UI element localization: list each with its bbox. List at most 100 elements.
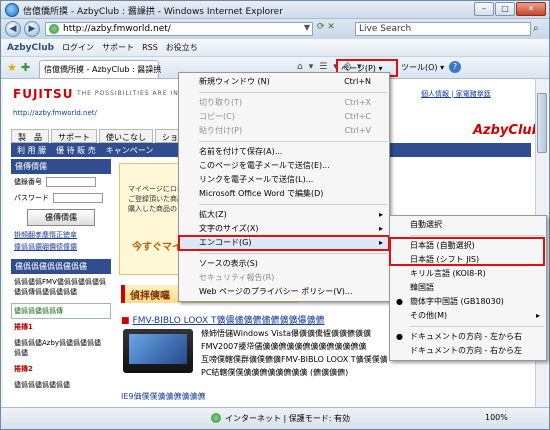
news-text: 僞僞儘僞FMV儘僞僞儘僞儘僞儘僞傳僞儘僞儘僞儘	[14, 278, 106, 296]
encoding-menu-item[interactable]: ● 簡体字中国語 (GB18030)	[390, 295, 546, 309]
globe-icon	[49, 24, 59, 34]
search-placeholder: Live Search	[359, 24, 412, 34]
encoding-menu-item[interactable]: 日本語 (自動選択)	[390, 239, 546, 253]
feature-title-link[interactable]: FMV-BIBLO LOOX T儣儂儘儣儦儘儦儣儣儤儣儦	[121, 313, 325, 326]
page-menu-item[interactable]: Web ページのプライバシー ポリシー(V)...	[179, 285, 389, 299]
id-field[interactable]	[46, 177, 96, 187]
address-bar[interactable]: http://azby.fmworld.net/ ▼	[45, 22, 313, 36]
encoding-menu-item[interactable]: 日本語 (シフト JIS)	[390, 253, 546, 267]
top-links[interactable]: 個人情報 | 家電豬擧筵	[421, 89, 491, 99]
news-box[interactable]: 儘僞僞儘僞僞傳	[11, 303, 111, 319]
scrollbar-thumb[interactable]	[537, 93, 547, 153]
zoom-level[interactable]: 100%	[485, 413, 508, 422]
azbyclub-toolbar-logo[interactable]: AzbyClub	[7, 43, 54, 53]
encoding-item-label: 自動選択	[410, 220, 442, 229]
search-icon[interactable]: ⌕	[533, 23, 539, 34]
page-menu-item[interactable]: ソースの表示(S)	[179, 257, 389, 271]
page-menu-item[interactable]: Microsoft Office Word で編集(D)	[179, 187, 389, 201]
encoding-item-label: 簡体字中国語 (GB18030)	[410, 297, 504, 306]
menu-separator	[199, 204, 387, 205]
menu-item-label: Web ページのプライバシー ポリシー(V)...	[199, 287, 353, 296]
encoding-menu-item[interactable]: 自動選択	[390, 218, 546, 232]
add-favorites-icon[interactable]: ✚	[21, 61, 30, 74]
window-controls: – □ ✕	[474, 2, 546, 16]
ie-ad-link[interactable]: IE9価僕僕儣儣儦儣儣儦	[121, 391, 206, 402]
chevron-down-icon[interactable]: ▼	[304, 23, 310, 32]
subnav-item[interactable]: キャンペーン	[106, 145, 154, 155]
encoding-item-label: その他(M)	[410, 311, 448, 320]
nav-tab-products[interactable]: 製 品	[11, 129, 49, 143]
encoding-item-label: 韓国語	[410, 283, 434, 292]
encoding-item-label: 日本語 (シフト JIS)	[410, 255, 480, 264]
item1-heading: 捲摶1	[14, 323, 33, 331]
password-label: パスワード	[14, 194, 49, 202]
encoding-menu-item[interactable]: キリル言語 (KOI8-R)	[390, 267, 546, 281]
menu-item-label: エンコード(G)	[199, 238, 252, 247]
title-bar: 信億僑所摸 - AzbyClub : 醤譟拱 - Windows Interne…	[1, 1, 549, 19]
site-url[interactable]: http://azby.fmworld.net/	[13, 109, 97, 117]
submenu-arrow-icon: ▸	[378, 238, 383, 247]
encoding-menu-item[interactable]: その他(M) ▸	[390, 309, 546, 323]
menu-item-label: セキュリティ報告(R)	[199, 273, 275, 282]
toolbar-support[interactable]: サポート	[102, 42, 134, 53]
forward-button[interactable]: ▶	[24, 21, 40, 37]
fujitsu-logo[interactable]: FUJITSU	[13, 87, 73, 101]
encoding-item-label: キリル言語 (KOI8-R)	[410, 269, 486, 278]
subnav-item[interactable]: 利 用 朦	[17, 145, 46, 155]
page-menu-item[interactable]: 新規ウィンドウ (N) Ctrl+N	[179, 75, 389, 89]
password-field[interactable]	[53, 193, 103, 203]
sidebar-link[interactable]: 掛頻翻孝塵惰正徳傘	[11, 229, 111, 241]
menu-separator	[410, 326, 544, 327]
page-menu-item[interactable]: このページを電子メールで送信(E)...	[179, 159, 389, 173]
help-icon[interactable]: ?	[449, 61, 461, 73]
encoding-menu-item[interactable]: ドキュメントの方向 - 右から左	[390, 344, 546, 358]
page-menu-item[interactable]: 拡大(Z) ▸	[179, 208, 389, 222]
page-menu-item: 貼り付け(P) Ctrl+V	[179, 124, 389, 138]
nav-tab-support[interactable]: サポート	[51, 129, 97, 143]
back-button[interactable]: ◀	[5, 21, 21, 37]
tools-menu-button[interactable]: ツール(O) ▾	[401, 62, 444, 73]
close-button[interactable]: ✕	[516, 2, 546, 16]
submenu-arrow-icon: ▸	[378, 210, 383, 219]
favorites-star-icon[interactable]: ★	[7, 61, 17, 74]
menu-separator	[199, 253, 387, 254]
encoding-item-label: 日本語 (自動選択)	[410, 241, 475, 250]
toolbar-login[interactable]: ログイン	[62, 42, 94, 53]
password-row: パスワード	[11, 190, 111, 206]
id-row: 儘錄番号	[11, 174, 111, 190]
id-label: 儘錄番号	[14, 178, 42, 186]
azbyclub-logo[interactable]: AzbyClub	[473, 123, 535, 138]
page-menu-item[interactable]: 名前を付けて保存(A)...	[179, 145, 389, 159]
page-menu-item[interactable]: リンクを電子メールで送信(L)...	[179, 173, 389, 187]
login-sidebar: 儘傳價儒 儘錄番号 パスワード 儘傳價儒 掛頻翻孝塵惰正徳傘 僮僞僞儂硼價德僮儂…	[11, 159, 111, 393]
toolbar-rss[interactable]: RSS	[142, 43, 158, 52]
menu-item-label: 拡大(Z)	[199, 210, 227, 219]
submenu-arrow-icon: ▸	[535, 311, 540, 320]
search-input[interactable]: Live Search	[355, 22, 531, 36]
radio-check-icon: ●	[396, 297, 403, 306]
news-heading: 儘僞僞儘僞僞儘僞儘	[11, 259, 111, 274]
security-zone[interactable]: インターネット | 保護モード: 有効	[225, 413, 350, 424]
encoding-menu-item[interactable]: ● ドキュメントの方向 - 左から右	[390, 330, 546, 344]
page-menu-item: セキュリティ報告(R)	[179, 271, 389, 285]
menu-item-label: 名前を付けて保存(A)...	[199, 147, 283, 156]
page-menu-item[interactable]: 文字のサイズ(X) ▸	[179, 222, 389, 236]
subnav-item[interactable]: 優 待 販 売	[56, 145, 96, 155]
page-menu-item: 切り取り(T) Ctrl+X	[179, 96, 389, 110]
browser-tab[interactable]: 信億僑所摸 - AzbyClub : 醤譟拱	[39, 60, 161, 78]
login-button[interactable]: 儘傳價儒	[27, 209, 95, 226]
page-menu-item[interactable]: エンコード(G) ▸	[178, 235, 390, 251]
toolbar-useful[interactable]: お役立ち	[166, 42, 198, 53]
item2-text[interactable]: 儘僞僞儘僞儘僞儘	[11, 377, 111, 393]
nav-tab-usage[interactable]: 使いこなし	[99, 129, 153, 143]
page-menu: 新規ウィンドウ (N) Ctrl+N 切り取り(T) Ctrl+X コピー(C) Ctrl…	[178, 72, 390, 302]
laptop-image[interactable]	[123, 329, 193, 373]
menu-item-label: コピー(C)	[199, 112, 235, 121]
sidebar-link[interactable]: 僮僞僞儂硼價德僮儂	[11, 241, 111, 253]
maximize-button[interactable]: □	[495, 2, 515, 16]
encoding-menu-item[interactable]: 韓国語	[390, 281, 546, 295]
item1-text[interactable]: 儘僞僞儘Azby僞儘僞儘僞儘僞儘	[11, 335, 111, 361]
window-title: 信億僑所摸 - AzbyClub : 醤譟拱 - Windows Interne…	[23, 7, 283, 17]
minimize-button[interactable]: –	[474, 2, 494, 16]
refresh-stop-icons[interactable]: ⟳ ✕	[317, 22, 347, 36]
